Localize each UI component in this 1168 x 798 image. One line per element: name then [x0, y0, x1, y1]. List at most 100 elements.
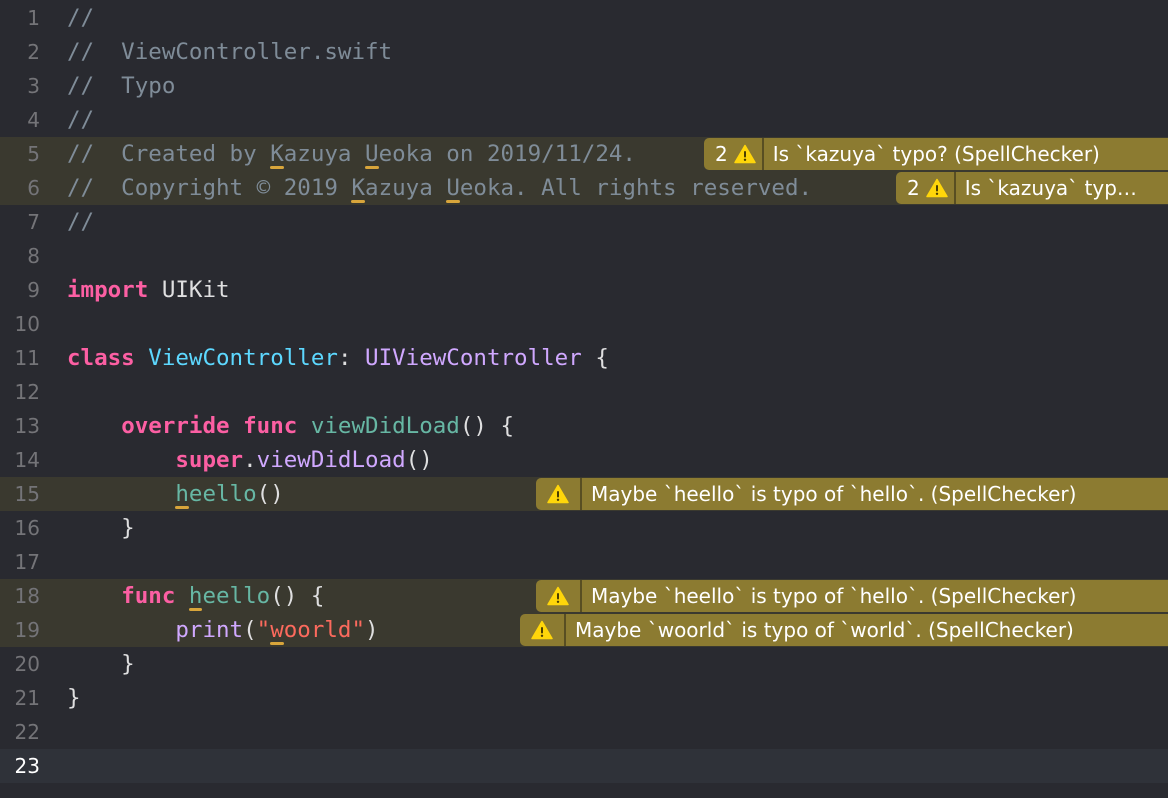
- code-line[interactable]: 7 //: [0, 205, 1168, 239]
- code-line[interactable]: 4 //: [0, 103, 1168, 137]
- code-line[interactable]: 8: [0, 239, 1168, 273]
- warning-message: Is `kazuya` typo? (SpellChecker): [772, 142, 1100, 166]
- code-text[interactable]: print("woorld"): [67, 613, 378, 647]
- warning-badge[interactable]: Maybe `heello` is typo of `hello`. (Spel…: [536, 580, 1168, 612]
- code-token: // Created by: [67, 141, 271, 167]
- code-line[interactable]: 18 func heello() { Maybe `heello` is typo…: [0, 579, 1168, 613]
- code-text[interactable]: // Typo: [67, 69, 175, 103]
- code-line[interactable]: 16 }: [0, 511, 1168, 545]
- code-line[interactable]: 12: [0, 375, 1168, 409]
- line-number: 5: [27, 142, 40, 166]
- code-line[interactable]: 9 import UIKit: [0, 273, 1168, 307]
- line-number: 12: [14, 380, 40, 404]
- code-text[interactable]: }: [67, 511, 135, 545]
- line-number: 18: [14, 584, 40, 608]
- code-line[interactable]: 1 //: [0, 1, 1168, 35]
- warning-badge[interactable]: 2 Is `kazuya` typ…: [896, 172, 1168, 204]
- code-line[interactable]: 20 }: [0, 647, 1168, 681]
- code-text[interactable]: }: [67, 647, 135, 681]
- line-number: 17: [14, 550, 40, 574]
- typo-token: Kazuya: [270, 141, 352, 167]
- typo-token: woorld: [270, 617, 352, 643]
- code-line[interactable]: 13 override func viewDidLoad() {: [0, 409, 1168, 443]
- code-token: UIKit: [148, 277, 230, 303]
- line-number: 4: [27, 108, 40, 132]
- code-line[interactable]: 5 // Created by Kazuya Ueoka on 2019/11/2…: [0, 137, 1168, 171]
- line-number: 9: [27, 278, 40, 302]
- code-text[interactable]: // ViewController.swift: [67, 35, 392, 69]
- warning-badge[interactable]: 2 Is `kazuya` typo? (SpellChecker): [704, 138, 1168, 170]
- code-token: func: [243, 413, 298, 439]
- code-line[interactable]: 19 print("woorld") Maybe `woorld` is typo…: [0, 613, 1168, 647]
- warning-count: 2: [715, 142, 728, 166]
- code-token: () {: [459, 413, 515, 439]
- code-text[interactable]: super.viewDidLoad(): [67, 443, 433, 477]
- line-number: 8: [27, 244, 40, 268]
- code-line[interactable]: 14 super.viewDidLoad(): [0, 443, 1168, 477]
- warning-badge[interactable]: Maybe `woorld` is typo of `world`. (Spel…: [520, 614, 1168, 646]
- warning-triangle-icon: [733, 144, 756, 164]
- code-line[interactable]: 6 // Copyright © 2019 Kazuya Ueoka. All r…: [0, 171, 1168, 205]
- code-line[interactable]: 3 // Typo: [0, 69, 1168, 103]
- code-line[interactable]: 17: [0, 545, 1168, 579]
- warning-triangle-icon: [925, 178, 948, 198]
- code-token: func: [121, 583, 176, 609]
- code-editor[interactable]: 1 // 2 // ViewController.swift 3 // Typo 4 // 5 /…: [0, 0, 1168, 798]
- code-text[interactable]: //: [67, 103, 94, 137]
- line-number: 1: [27, 6, 40, 30]
- typo-token: Ueoka: [365, 141, 433, 167]
- code-token: }: [67, 651, 135, 677]
- line-number: 7: [27, 210, 40, 234]
- warning-message: Maybe `heello` is typo of `hello`. (Spel…: [591, 482, 1077, 506]
- code-text[interactable]: override func viewDidLoad() {: [67, 409, 514, 443]
- line-number: 6: [27, 176, 40, 200]
- code-text[interactable]: //: [67, 205, 94, 239]
- warning-triangle-icon: [531, 620, 553, 640]
- code-token: viewDidLoad: [310, 413, 460, 439]
- code-line[interactable]: 11 class ViewController: UIViewController…: [0, 341, 1168, 375]
- line-number: 23: [14, 754, 40, 778]
- warning-badge[interactable]: Maybe `heello` is typo of `hello`. (Spel…: [536, 478, 1168, 510]
- code-token: //: [67, 5, 95, 31]
- typo-token: Ueoka: [446, 175, 515, 201]
- line-number: 11: [14, 346, 40, 370]
- code-token: {: [581, 345, 609, 371]
- line-number: 16: [14, 516, 40, 540]
- code-line[interactable]: 21}: [0, 681, 1168, 715]
- code-text[interactable]: heello(): [67, 477, 284, 511]
- code-text[interactable]: class ViewController: UIViewController {: [67, 341, 609, 375]
- line-number: 2: [27, 40, 40, 64]
- code-token: UIViewController: [365, 345, 582, 371]
- code-token: (): [256, 481, 284, 507]
- code-line[interactable]: 23: [0, 749, 1168, 783]
- line-number: 19: [14, 618, 40, 642]
- code-token: ": [351, 617, 366, 643]
- code-token: super: [175, 447, 244, 473]
- code-text[interactable]: func heello() {: [67, 579, 324, 613]
- code-text[interactable]: import UIKit: [67, 273, 230, 307]
- code-token: override: [121, 413, 230, 439]
- code-token: (): [405, 447, 433, 473]
- line-number: 21: [14, 686, 40, 710]
- code-text[interactable]: // Copyright © 2019 Kazuya Ueoka. All ri…: [67, 171, 812, 205]
- code-token: // ViewController.swift: [67, 39, 393, 65]
- code-line[interactable]: 10: [0, 307, 1168, 341]
- code-line[interactable]: 22: [0, 715, 1168, 749]
- warning-count: 2: [907, 176, 920, 200]
- line-number: 10: [14, 312, 40, 336]
- code-token: (: [243, 617, 257, 643]
- code-text[interactable]: //: [67, 1, 94, 35]
- code-token: ": [256, 617, 271, 643]
- code-text[interactable]: // Created by Kazuya Ueoka on 2019/11/24…: [67, 137, 636, 171]
- code-text[interactable]: }: [67, 681, 81, 715]
- code-line[interactable]: 15 heello() Maybe `heello` is typo of `he…: [0, 477, 1168, 511]
- code-line[interactable]: 2 // ViewController.swift: [0, 35, 1168, 69]
